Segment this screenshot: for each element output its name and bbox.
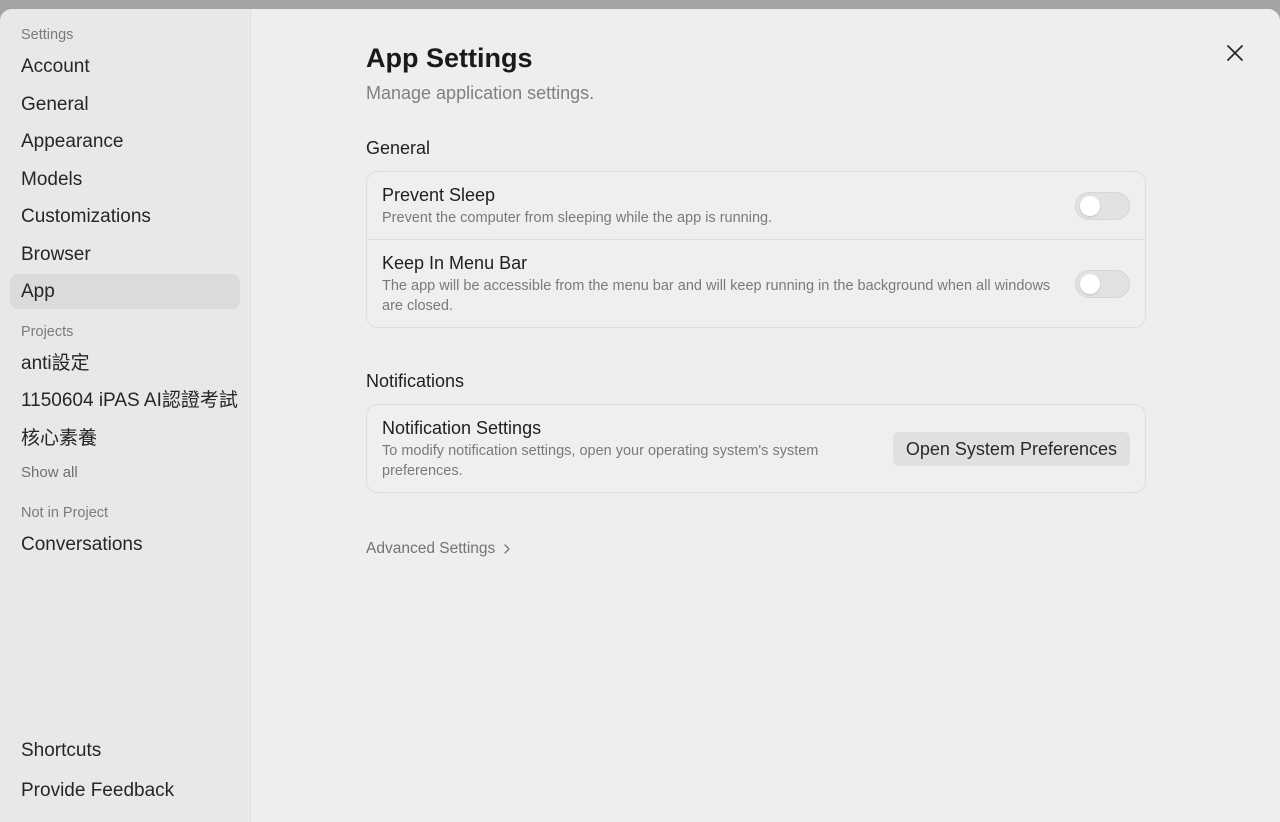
sidebar-item-customizations[interactable]: Customizations bbox=[10, 199, 240, 234]
sidebar-item-general[interactable]: General bbox=[10, 87, 240, 122]
sidebar-item-account[interactable]: Account bbox=[10, 49, 240, 84]
sidebar-item-appearance[interactable]: Appearance bbox=[10, 124, 240, 159]
sidebar-item-conversations[interactable]: Conversations bbox=[10, 527, 240, 562]
sidebar-item-models[interactable]: Models bbox=[10, 162, 240, 197]
notification-settings-title: Notification Settings bbox=[382, 418, 542, 438]
keep-in-menu-bar-description: The app will be accessible from the menu… bbox=[382, 278, 1051, 314]
sidebar-item-provide-feedback[interactable]: Provide Feedback bbox=[10, 772, 240, 810]
open-system-preferences-button[interactable]: Open System Preferences bbox=[892, 431, 1130, 466]
sidebar-item-shortcuts[interactable]: Shortcuts bbox=[10, 732, 240, 770]
page-title: App Settings bbox=[366, 43, 533, 73]
sidebar: Settings Account General Appearance Mode… bbox=[0, 9, 251, 822]
sidebar-section-projects: Projects bbox=[21, 323, 74, 340]
keep-in-menu-bar-row: Keep In Menu Bar The app will be accessi… bbox=[367, 239, 1145, 327]
sidebar-section-not-in-project: Not in Project bbox=[21, 505, 109, 521]
general-section-title: General bbox=[366, 138, 431, 158]
prevent-sleep-title: Prevent Sleep bbox=[382, 185, 496, 205]
page-subtitle: Manage application settings. bbox=[366, 83, 595, 103]
toggle-knob bbox=[1080, 273, 1100, 294]
chevron-right-icon bbox=[504, 544, 510, 554]
advanced-settings-link[interactable]: Advanced Settings bbox=[366, 540, 511, 558]
settings-window: Settings Account General Appearance Mode… bbox=[0, 9, 1280, 822]
prevent-sleep-row: Prevent Sleep Prevent the computer from … bbox=[367, 172, 1145, 239]
keep-in-menu-bar-title: Keep In Menu Bar bbox=[382, 253, 528, 273]
notification-settings-row: Notification Settings To modify notifica… bbox=[367, 405, 1145, 492]
prevent-sleep-description: Prevent the computer from sleeping while… bbox=[382, 210, 773, 226]
sidebar-footer: Shortcuts Provide Feedback bbox=[10, 732, 240, 812]
sidebar-item-app[interactable]: App bbox=[10, 274, 240, 309]
advanced-settings-label: Advanced Settings bbox=[366, 540, 496, 557]
prevent-sleep-toggle[interactable] bbox=[1075, 191, 1130, 220]
sidebar-project-item[interactable]: 1150604 iPAS AI認證考試 bbox=[10, 383, 240, 418]
general-settings-card: Prevent Sleep Prevent the computer from … bbox=[366, 171, 1146, 328]
show-all-projects-link[interactable]: Show all bbox=[10, 458, 240, 488]
sidebar-section-settings: Settings bbox=[21, 27, 74, 43]
keep-in-menu-bar-toggle[interactable] bbox=[1075, 269, 1130, 298]
notifications-card: Notification Settings To modify notifica… bbox=[366, 404, 1146, 493]
notification-settings-description: To modify notification settings, open yo… bbox=[382, 443, 819, 479]
settings-content: App Settings Manage application settings… bbox=[366, 39, 1146, 558]
close-icon bbox=[1227, 45, 1243, 61]
notifications-section-title: Notifications bbox=[366, 371, 465, 391]
settings-main: App Settings Manage application settings… bbox=[251, 9, 1280, 822]
sidebar-project-item[interactable]: 核心素養 bbox=[10, 421, 240, 456]
toggle-knob bbox=[1080, 195, 1100, 216]
sidebar-item-browser[interactable]: Browser bbox=[10, 237, 240, 272]
close-button[interactable] bbox=[1223, 41, 1247, 65]
sidebar-project-item[interactable]: anti設定 bbox=[10, 346, 240, 381]
